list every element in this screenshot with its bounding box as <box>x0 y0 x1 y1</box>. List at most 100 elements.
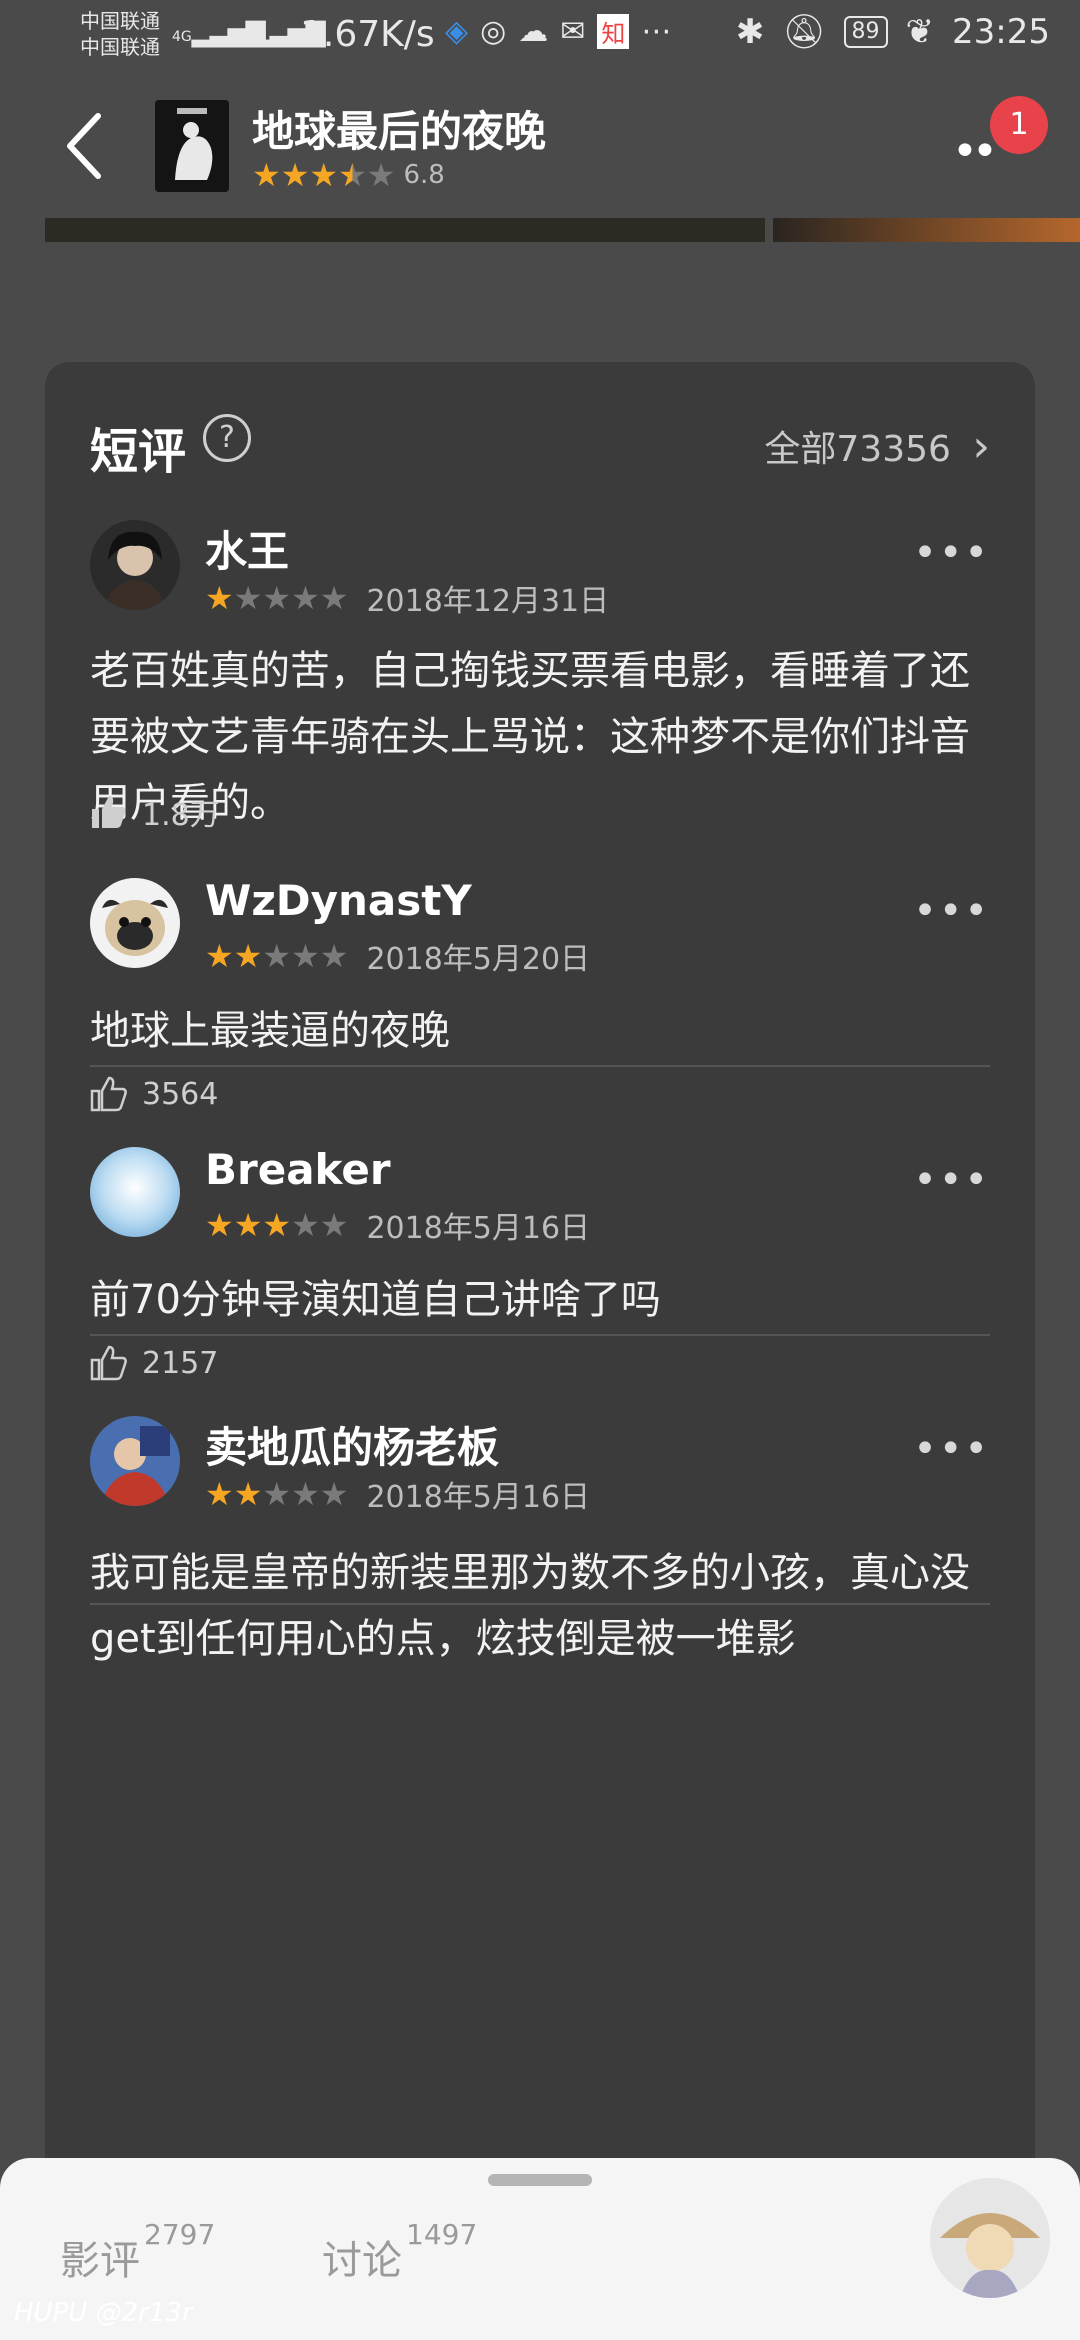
star-icon: ★ <box>366 156 396 194</box>
star-icon: ★ <box>319 1206 349 1244</box>
review-text: 老百姓真的苦，自己掏钱买票看电影，看睡着了还要被文艺青年骑在头上骂说：这种梦不是… <box>90 648 970 826</box>
review-meta: ★★★★★ 2018年5月16日 <box>205 1203 590 1247</box>
star-icon: ★ <box>309 156 339 194</box>
shield-icon: ◈ <box>445 14 469 49</box>
star-icon: ★ <box>205 579 234 617</box>
avatar[interactable] <box>90 520 180 610</box>
star-icon: ★ <box>233 1206 263 1244</box>
movie-poster-thumbnail[interactable] <box>155 100 229 192</box>
star-icon: ★ <box>233 579 263 617</box>
avatar[interactable] <box>90 878 180 968</box>
star-icon: ★ <box>262 937 292 975</box>
rating-stars: ★★★★★ <box>252 156 395 194</box>
tab-discussion[interactable]: 讨论1497 <box>322 2218 477 2286</box>
carrier-bottom: 中国联通 <box>80 35 160 59</box>
avatar[interactable] <box>90 1416 180 1506</box>
review-more-icon[interactable]: ••• <box>913 1157 990 1203</box>
review-rating: ★★★★★ <box>205 1475 348 1513</box>
review-rating: ★★★★★ <box>205 579 348 617</box>
star-icon: ★ <box>205 1206 234 1244</box>
thumbs-up-icon <box>90 1076 127 1112</box>
notification-icons: ◈ ◎ ☁ ✉ 知 ⋯ <box>445 14 671 49</box>
star-icon: ★ <box>205 1475 234 1513</box>
carrier-top: 中国联通 <box>80 9 160 33</box>
movie-rating: ★★★★★ 6.8 <box>252 156 445 194</box>
carrier-info: 中国联通 中国联通 <box>80 8 160 60</box>
review-meta: ★★★★★ 2018年12月31日 <box>205 576 609 620</box>
like-button[interactable]: 1.8万 <box>90 790 220 834</box>
floating-avatar-button[interactable] <box>930 2178 1050 2298</box>
username[interactable]: 水王 <box>205 518 289 579</box>
thumbs-up-icon <box>92 796 126 828</box>
username[interactable]: 卖地瓜的杨老板 <box>205 1414 499 1475</box>
watermark: HUPU @2r13r <box>14 2298 193 2328</box>
review-rating: ★★★★★ <box>205 1206 348 1244</box>
review-rating: ★★★★★ <box>205 937 348 975</box>
tab-reviews-label: 影评 <box>60 2238 140 2284</box>
review-more-icon[interactable]: ••• <box>913 530 990 576</box>
drag-handle[interactable] <box>488 2174 592 2186</box>
rating-score: 6.8 <box>403 160 445 190</box>
star-icon: ★ <box>291 1206 320 1244</box>
zhihu-icon: 知 <box>597 14 630 49</box>
username[interactable]: Breaker <box>205 1145 391 1194</box>
star-icon: ★ <box>291 1475 320 1513</box>
more-options-icon[interactable]: •• <box>952 126 998 177</box>
review-more-icon[interactable]: ••• <box>913 888 990 934</box>
leaf-icon: ❦ <box>905 12 935 52</box>
review-meta: ★★★★★ 2018年5月16日 <box>205 1472 590 1516</box>
like-button[interactable]: 3564 <box>90 1076 218 1112</box>
mute-icon: 🔕︎ <box>782 12 826 52</box>
clock: 23:25 <box>952 12 1050 52</box>
half-star-icon: ★ <box>338 156 367 194</box>
review-date: 2018年12月31日 <box>366 584 610 619</box>
star-icon: ★ <box>291 579 320 617</box>
like-count: 2157 <box>142 1345 219 1381</box>
like-button[interactable]: 2157 <box>90 1345 218 1381</box>
review-more-icon[interactable]: ••• <box>913 1426 990 1472</box>
star-icon: ★ <box>252 156 281 194</box>
like-count: 3564 <box>142 1076 219 1112</box>
tab-discussion-count: 1497 <box>406 2218 478 2251</box>
star-icon: ★ <box>233 1475 263 1513</box>
username[interactable]: WzDynastY <box>205 876 472 925</box>
movie-title: 地球最后的夜晚 <box>252 107 547 156</box>
review-meta: ★★★★★ 2018年5月20日 <box>205 934 590 978</box>
review-text: 前70分钟导演知道自己讲啥了吗 <box>90 1277 661 1323</box>
review-date: 2018年5月16日 <box>366 1480 591 1515</box>
chevron-right-icon: › <box>972 421 990 472</box>
short-reviews-card: 短评 ? 全部73356 › 水王 ★★★★★ 2018年12月31日 ••• … <box>45 362 1035 2340</box>
tab-discussion-label: 讨论 <box>322 2238 402 2284</box>
section-title: 短评 <box>90 424 187 480</box>
star-icon: ★ <box>205 937 234 975</box>
tab-reviews[interactable]: 影评2797 <box>60 2218 215 2286</box>
divider <box>90 1065 990 1067</box>
app-header: 地球最后的夜晚 ★★★★★ 6.8 •• 1 <box>0 76 1080 218</box>
back-icon[interactable] <box>60 106 110 186</box>
cloud-icon: ☁ <box>518 14 549 49</box>
star-icon: ★ <box>233 937 263 975</box>
review-date: 2018年5月20日 <box>366 942 591 977</box>
star-icon: ★ <box>319 937 349 975</box>
review-text: 地球上最装逼的夜晚 <box>90 1008 450 1054</box>
star-icon: ★ <box>319 579 349 617</box>
star-icon: ★ <box>319 1475 349 1513</box>
more-notifications-icon: ⋯ <box>641 14 672 49</box>
bluetooth-icon: ✱ <box>735 12 765 52</box>
battery-icon: 89 <box>843 16 888 48</box>
star-icon: ★ <box>262 1475 292 1513</box>
review-text: 我可能是皇帝的新装里那为数不多的小孩，真心没get到任何用心的点，炫技倒是被一堆… <box>90 1550 970 1662</box>
star-icon: ★ <box>291 937 320 975</box>
photo-strip[interactable] <box>45 218 1080 242</box>
avatar[interactable] <box>90 1147 180 1237</box>
divider <box>90 1334 990 1336</box>
view-all-reviews-link[interactable]: 全部73356 › <box>764 420 990 472</box>
notification-badge[interactable]: 1 <box>990 96 1048 154</box>
star-icon: ★ <box>262 1206 292 1244</box>
like-count: 1.8万 <box>142 798 220 833</box>
help-icon[interactable]: ? <box>203 414 251 462</box>
star-icon: ★ <box>280 156 310 194</box>
review-date: 2018年5月16日 <box>366 1211 591 1246</box>
browser-icon: ◎ <box>480 14 507 49</box>
network-speed: 1.67K/s <box>300 14 435 55</box>
